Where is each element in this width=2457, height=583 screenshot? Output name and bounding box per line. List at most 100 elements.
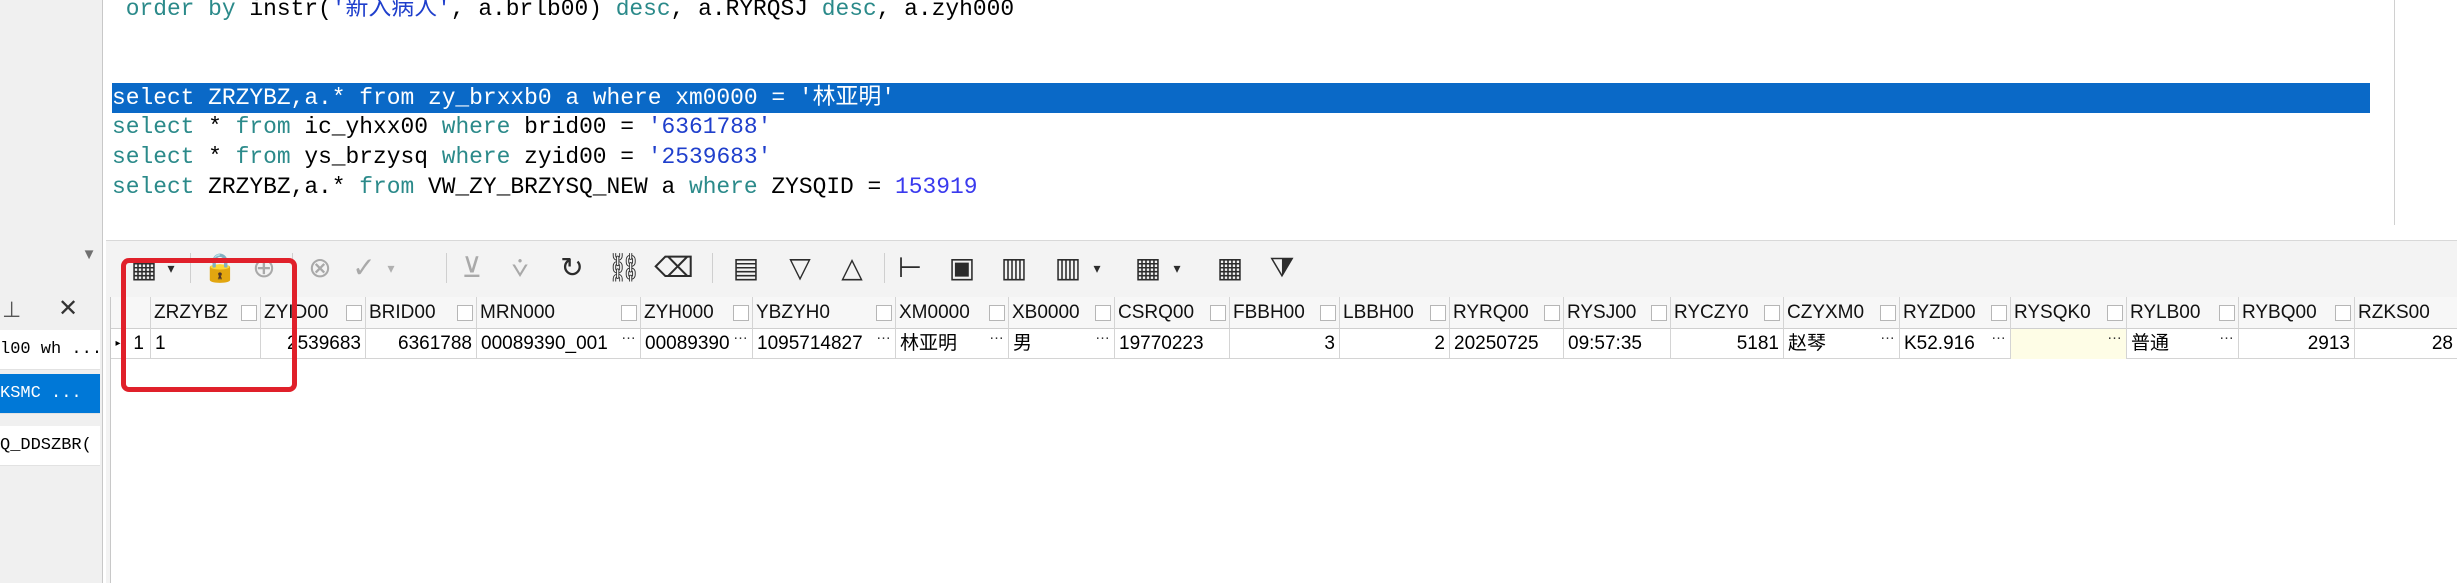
close-icon[interactable]: ✕ <box>58 296 78 322</box>
code-line: select * from ys_brzysq where zyid00 = '… <box>112 144 772 170</box>
grid-cell[interactable]: 男… <box>1009 329 1115 359</box>
memo-icon[interactable]: ▤ <box>728 251 764 285</box>
scroll-down-arrow-icon[interactable]: ▼ <box>80 247 98 262</box>
ellipsis-icon[interactable]: … <box>733 329 748 345</box>
column-filter-checkbox[interactable] <box>457 305 473 321</box>
tree-view-icon[interactable]: ⊢ <box>892 251 928 285</box>
export-icon[interactable]: ▥ <box>996 251 1032 285</box>
column-header[interactable]: ZYH000 <box>641 297 753 329</box>
chevron-down-icon[interactable]: ▾ <box>1168 251 1186 285</box>
sort-descending-icon[interactable]: ▽ <box>782 251 818 285</box>
column-header[interactable]: CZYXM0 <box>1784 297 1900 329</box>
column-header[interactable]: BRID00 <box>366 297 477 329</box>
grid-cell[interactable]: 3 <box>1230 329 1340 359</box>
eraser-icon[interactable]: ⌫ <box>654 251 694 285</box>
column-filter-checkbox[interactable] <box>2335 305 2351 321</box>
grid-cell[interactable]: 19770223 <box>1115 329 1230 359</box>
column-filter-checkbox[interactable] <box>2219 305 2235 321</box>
ellipsis-icon[interactable]: … <box>2107 329 2122 345</box>
ellipsis-icon[interactable]: … <box>2219 329 2234 345</box>
cancel-icon[interactable]: ⊗ <box>302 251 338 285</box>
code-line: order by instr('新入病人', a.brlb00) desc, a… <box>112 0 1015 22</box>
left-panel: ▼ ⊥ ✕ l00 wh ... KSMC ... Q_DDSZBR( <box>0 0 103 583</box>
save-icon[interactable]: ▣ <box>944 251 980 285</box>
table-icon[interactable]: ▦ <box>1212 251 1248 285</box>
left-list-item[interactable]: l00 wh ... <box>0 330 100 370</box>
left-list-item[interactable]: Q_DDSZBR( <box>0 426 100 466</box>
grid-cell[interactable]: 2913 <box>2239 329 2355 359</box>
column-filter-checkbox[interactable] <box>1430 305 1446 321</box>
pin-icon[interactable]: ⊥ <box>2 298 21 322</box>
grid-cell[interactable]: … <box>2011 329 2127 359</box>
sql-editor[interactable]: order by instr('新入病人', a.brlb00) desc, a… <box>106 0 2395 225</box>
ellipsis-icon[interactable]: … <box>989 329 1004 345</box>
column-header[interactable]: RYSJ00 <box>1564 297 1671 329</box>
grid-cell[interactable]: 00089390_001… <box>477 329 641 359</box>
column-header[interactable]: RYBQ00 <box>2239 297 2355 329</box>
toolbar-separator <box>712 253 713 283</box>
column-header[interactable]: RYSQK0 <box>2011 297 2127 329</box>
column-header[interactable]: LBBH00 <box>1340 297 1450 329</box>
grid-cell[interactable]: 09:57:35 <box>1564 329 1671 359</box>
column-filter-checkbox[interactable] <box>1544 305 1560 321</box>
column-filter-checkbox[interactable] <box>733 305 749 321</box>
column-header[interactable]: RYLB00 <box>2127 297 2239 329</box>
grid-cell[interactable]: 5181 <box>1671 329 1784 359</box>
column-filter-checkbox[interactable] <box>1880 305 1896 321</box>
column-filter-checkbox[interactable] <box>1764 305 1780 321</box>
ellipsis-icon[interactable]: … <box>876 329 891 345</box>
column-header[interactable]: YBZYH0 <box>753 297 896 329</box>
grid-cell[interactable]: 1095714827… <box>753 329 896 359</box>
fetch-all-icon[interactable]: ⩒ <box>502 251 538 285</box>
grid-cell[interactable]: 普通… <box>2127 329 2239 359</box>
code-line: select ZRZYBZ,a.* from VW_ZY_BRZYSQ_NEW … <box>112 174 978 200</box>
column-filter-checkbox[interactable] <box>1991 305 2007 321</box>
chevron-down-icon[interactable]: ▾ <box>382 251 400 285</box>
column-filter-checkbox[interactable] <box>621 305 637 321</box>
column-header[interactable]: FBBH00 <box>1230 297 1340 329</box>
column-header[interactable]: XM0000 <box>896 297 1009 329</box>
column-header[interactable]: RYZD00 <box>1900 297 2011 329</box>
column-header[interactable]: RYRQ00 <box>1450 297 1564 329</box>
column-filter-checkbox[interactable] <box>2107 305 2123 321</box>
find-icon[interactable]: ⛓ <box>606 251 642 285</box>
column-filter-checkbox[interactable] <box>876 305 892 321</box>
grid-cell[interactable]: 20250725 <box>1450 329 1564 359</box>
column-filter-checkbox[interactable] <box>1320 305 1336 321</box>
pivot-icon[interactable]: ▦ <box>1130 251 1166 285</box>
apply-icon[interactable]: ✓ <box>346 251 382 285</box>
annotation-highlight-box <box>121 258 297 392</box>
column-header[interactable]: XB0000 <box>1009 297 1115 329</box>
column-filter-checkbox[interactable] <box>1210 305 1226 321</box>
column-filter-checkbox[interactable] <box>1095 305 1111 321</box>
grid-cell[interactable]: 林亚明… <box>896 329 1009 359</box>
grid-cell[interactable]: 赵琴… <box>1784 329 1900 359</box>
bar-chart-icon[interactable]: ▥ <box>1050 251 1086 285</box>
grid-toolbar: ▦ ▾ 🔒 ⊕ ⊗ ✓ ▾ ⊻ ⩒ ↻ ⛓ ⌫ ▤ ▽ △ ⊢ ▣ ▥ ▥ ▾ … <box>106 241 2457 293</box>
ellipsis-icon[interactable]: … <box>1095 329 1110 345</box>
table-row[interactable]: ▸ 1 1 2539683 6361788 00089390_001… 0008… <box>111 329 2457 359</box>
column-filter-checkbox[interactable] <box>989 305 1005 321</box>
ellipsis-icon[interactable]: … <box>1991 329 2006 345</box>
grid-cell[interactable]: 00089390… <box>641 329 753 359</box>
chevron-down-icon[interactable]: ▾ <box>1088 251 1106 285</box>
column-filter-checkbox[interactable] <box>346 305 362 321</box>
left-list-item-selected[interactable]: KSMC ... <box>0 374 100 414</box>
result-pane: ▦ ▾ 🔒 ⊕ ⊗ ✓ ▾ ⊻ ⩒ ↻ ⛓ ⌫ ▤ ▽ △ ⊢ ▣ ▥ ▥ ▾ … <box>106 240 2457 583</box>
column-header[interactable]: RZKS00 <box>2355 297 2457 329</box>
column-header[interactable]: MRN000 <box>477 297 641 329</box>
column-filter-checkbox[interactable] <box>1651 305 1667 321</box>
filter-icon[interactable]: ⧩ <box>1264 251 1300 285</box>
ellipsis-icon[interactable]: … <box>621 329 636 345</box>
grid-cell[interactable]: 2 <box>1340 329 1450 359</box>
fetch-next-icon[interactable]: ⊻ <box>454 251 490 285</box>
column-header[interactable]: RYCZY0 <box>1671 297 1784 329</box>
grid-cell[interactable]: 6361788 <box>366 329 477 359</box>
refresh-icon[interactable]: ↻ <box>554 251 590 285</box>
result-grid[interactable]: ZRZYBZ ZYID00 BRID00 MRN000 ZYH000 YBZYH… <box>110 297 2457 583</box>
grid-cell[interactable]: K52.916… <box>1900 329 2011 359</box>
column-header[interactable]: CSRQ00 <box>1115 297 1230 329</box>
sort-ascending-icon[interactable]: △ <box>834 251 870 285</box>
ellipsis-icon[interactable]: … <box>1880 329 1895 345</box>
grid-cell[interactable]: 28 <box>2355 329 2457 359</box>
